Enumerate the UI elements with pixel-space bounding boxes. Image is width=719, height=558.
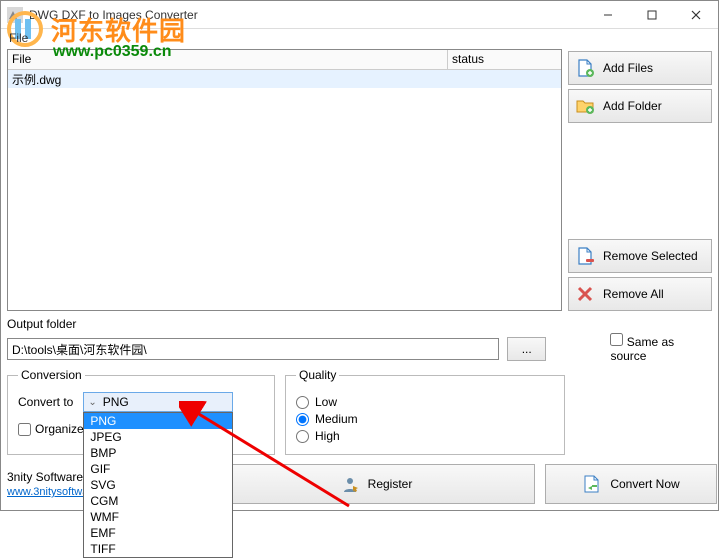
quality-legend: Quality (296, 368, 339, 382)
same-as-source-option[interactable]: Same as source (610, 333, 712, 363)
cell-file: 示例.dwg (8, 70, 448, 88)
add-files-button[interactable]: Add Files (568, 51, 712, 85)
quality-group: Quality Low Medium High (285, 375, 565, 455)
close-button[interactable] (674, 1, 718, 29)
conversion-legend: Conversion (18, 368, 85, 382)
minimize-button[interactable] (586, 1, 630, 29)
menubar: File (1, 29, 718, 49)
organize-checkbox[interactable] (18, 423, 31, 436)
add-folder-button[interactable]: Add Folder (568, 89, 712, 123)
menu-file[interactable]: File (9, 31, 28, 45)
column-status[interactable]: status (448, 50, 561, 69)
convert-now-button[interactable]: Convert Now (545, 464, 717, 504)
output-folder-row: Output folder ... Same as source (7, 317, 712, 365)
remove-all-icon (575, 284, 595, 304)
quality-low-radio[interactable] (296, 396, 309, 409)
table-row[interactable]: 示例.dwg (8, 70, 561, 88)
column-file[interactable]: File (8, 50, 448, 69)
app-icon (7, 7, 23, 23)
add-folder-label: Add Folder (603, 99, 662, 113)
same-as-source-checkbox[interactable] (610, 333, 623, 346)
remove-all-label: Remove All (603, 287, 664, 301)
quality-medium-option[interactable]: Medium (296, 412, 554, 426)
output-folder-label: Output folder (7, 317, 712, 331)
convert-icon (582, 474, 602, 494)
quality-medium-radio[interactable] (296, 413, 309, 426)
convert-now-label: Convert Now (610, 477, 679, 491)
browse-button[interactable]: ... (507, 337, 546, 361)
combo-option[interactable]: JPEG (84, 429, 232, 445)
window-title: DWG DXF to Images Converter (29, 8, 586, 22)
combo-option[interactable]: SVG (84, 477, 232, 493)
file-list-header: File status (8, 50, 561, 70)
combo-option[interactable]: PNG (84, 413, 232, 429)
maximize-button[interactable] (630, 1, 674, 29)
conversion-group: Conversion Convert to ⌄ PNG PNG JPEG BMP… (7, 375, 275, 455)
register-button[interactable]: Register (217, 464, 535, 504)
convert-to-label: Convert to (18, 395, 73, 409)
remove-selected-button[interactable]: Remove Selected (568, 239, 712, 273)
combo-option[interactable]: BMP (84, 445, 232, 461)
add-files-label: Add Files (603, 61, 653, 75)
combo-option[interactable]: WMF (84, 509, 232, 525)
convert-to-combo[interactable]: ⌄ PNG PNG JPEG BMP GIF SVG CGM WMF EMF T… (83, 392, 233, 412)
add-file-icon (575, 58, 595, 78)
chevron-down-icon: ⌄ (88, 397, 96, 408)
quality-low-option[interactable]: Low (296, 395, 554, 409)
combo-option[interactable]: TIFF (84, 541, 232, 557)
combo-option[interactable]: GIF (84, 461, 232, 477)
combo-selected: PNG (103, 395, 129, 409)
combo-header[interactable]: ⌄ PNG (83, 392, 233, 412)
quality-high-radio[interactable] (296, 430, 309, 443)
combo-dropdown[interactable]: PNG JPEG BMP GIF SVG CGM WMF EMF TIFF (83, 412, 233, 558)
register-icon (340, 474, 360, 494)
remove-file-icon (575, 246, 595, 266)
cell-status (448, 70, 561, 88)
titlebar: DWG DXF to Images Converter (1, 1, 718, 29)
quality-high-option[interactable]: High (296, 429, 554, 443)
remove-selected-label: Remove Selected (603, 249, 698, 263)
register-label: Register (368, 477, 413, 491)
file-list[interactable]: File status 示例.dwg (7, 49, 562, 311)
combo-option[interactable]: EMF (84, 525, 232, 541)
sidebar: Add Files Add Folder Remove Selected Rem… (568, 49, 718, 311)
remove-all-button[interactable]: Remove All (568, 277, 712, 311)
output-folder-input[interactable] (7, 338, 499, 360)
add-folder-icon (575, 96, 595, 116)
combo-option[interactable]: CGM (84, 493, 232, 509)
